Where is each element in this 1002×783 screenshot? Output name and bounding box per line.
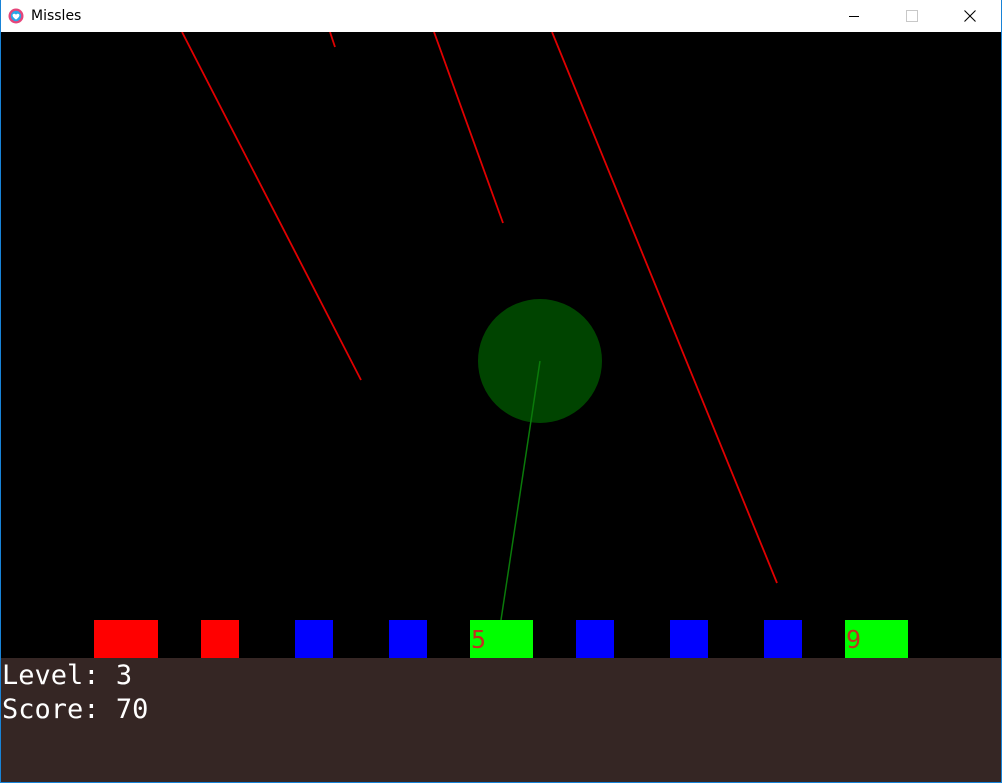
missile-trail: [329, 32, 336, 48]
app-heart-icon: [8, 8, 24, 24]
maximize-icon: [906, 10, 918, 22]
missile-trail: [181, 32, 362, 381]
score-label: Score:: [2, 694, 100, 725]
city-count-label: 5: [471, 625, 486, 654]
level-label: Level:: [2, 660, 100, 691]
city: [201, 620, 239, 658]
city: [576, 620, 614, 658]
city: [295, 620, 333, 658]
minimize-icon: [849, 16, 859, 17]
game-scene: 5 9: [94, 32, 908, 658]
game-window: Missles 5 9 Level: 3 Score: 70: [0, 0, 1002, 783]
title-bar[interactable]: Missles: [1, 0, 1001, 32]
score-display: Score: 70: [2, 694, 148, 726]
cities: 5 9: [94, 620, 908, 658]
close-icon: [964, 10, 976, 22]
close-button[interactable]: [947, 0, 993, 32]
level-display: Level: 3: [2, 660, 132, 692]
city-count-label: 9: [846, 625, 861, 654]
window-title: Missles: [31, 8, 82, 24]
missile-trail: [551, 32, 778, 584]
level-value: 3: [115, 660, 133, 691]
city: [764, 620, 802, 658]
city: [94, 620, 158, 658]
missile-trail: [433, 32, 504, 224]
city: [389, 620, 427, 658]
maximize-button[interactable]: [889, 0, 935, 32]
score-value: 70: [115, 694, 149, 725]
city: [670, 620, 708, 658]
minimize-button[interactable]: [831, 0, 877, 32]
hud-panel: Level: 3 Score: 70: [1, 658, 1001, 782]
game-canvas[interactable]: 5 9: [1, 32, 1001, 658]
